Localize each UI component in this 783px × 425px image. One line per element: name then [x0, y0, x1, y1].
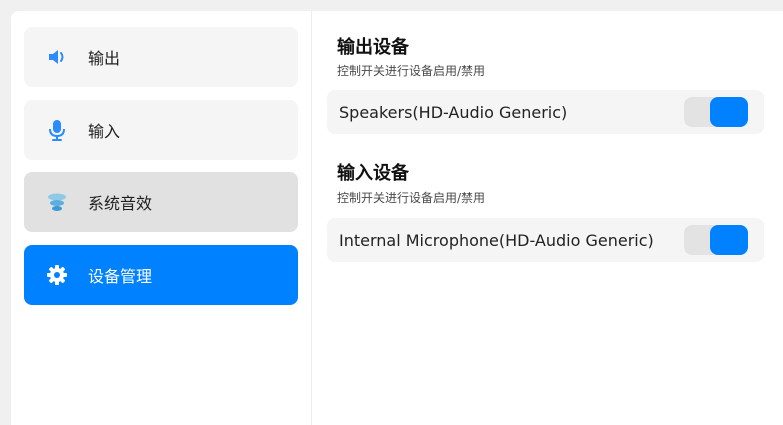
- output-device-row: Speakers(HD-Audio Generic): [327, 90, 764, 134]
- input-device-toggle[interactable]: [684, 225, 748, 255]
- device-management-panel: 输出设备 控制开关进行设备启用/禁用 Speakers(HD-Audio Gen…: [313, 11, 783, 425]
- sidebar-item-label: 输出: [88, 49, 121, 68]
- output-device-toggle[interactable]: [684, 97, 748, 127]
- sidebar-item-label: 设备管理: [88, 267, 153, 286]
- output-section-title: 输出设备: [337, 37, 409, 58]
- sidebar-item-device-management[interactable]: 设备管理: [24, 245, 298, 305]
- sidebar-item-output[interactable]: 输出: [24, 27, 298, 87]
- device-name: Speakers(HD-Audio Generic): [339, 102, 568, 122]
- input-section-subtitle: 控制开关进行设备启用/禁用: [337, 191, 486, 205]
- sidebar-item-label: 输入: [88, 122, 121, 141]
- sound-effects-icon: [46, 191, 68, 213]
- gear-icon: [46, 264, 68, 286]
- speaker-icon: [46, 46, 68, 68]
- toggle-knob: [710, 225, 748, 255]
- sidebar: 输出 输入 系统音效 设备管理: [11, 11, 312, 425]
- toggle-knob: [710, 97, 748, 127]
- sidebar-item-label: 系统音效: [88, 194, 153, 213]
- device-name: Internal Microphone(HD-Audio Generic): [339, 230, 654, 250]
- microphone-icon: [46, 119, 68, 141]
- sidebar-item-sound-effects[interactable]: 系统音效: [24, 172, 298, 232]
- output-section-subtitle: 控制开关进行设备启用/禁用: [337, 64, 486, 78]
- sidebar-item-input[interactable]: 输入: [24, 100, 298, 160]
- sound-settings-window: 输出 输入 系统音效 设备管理 输出设备 控制开关进行设备启用/禁用 Speak…: [11, 11, 783, 425]
- input-device-row: Internal Microphone(HD-Audio Generic): [327, 218, 764, 262]
- input-section-title: 输入设备: [337, 163, 409, 184]
